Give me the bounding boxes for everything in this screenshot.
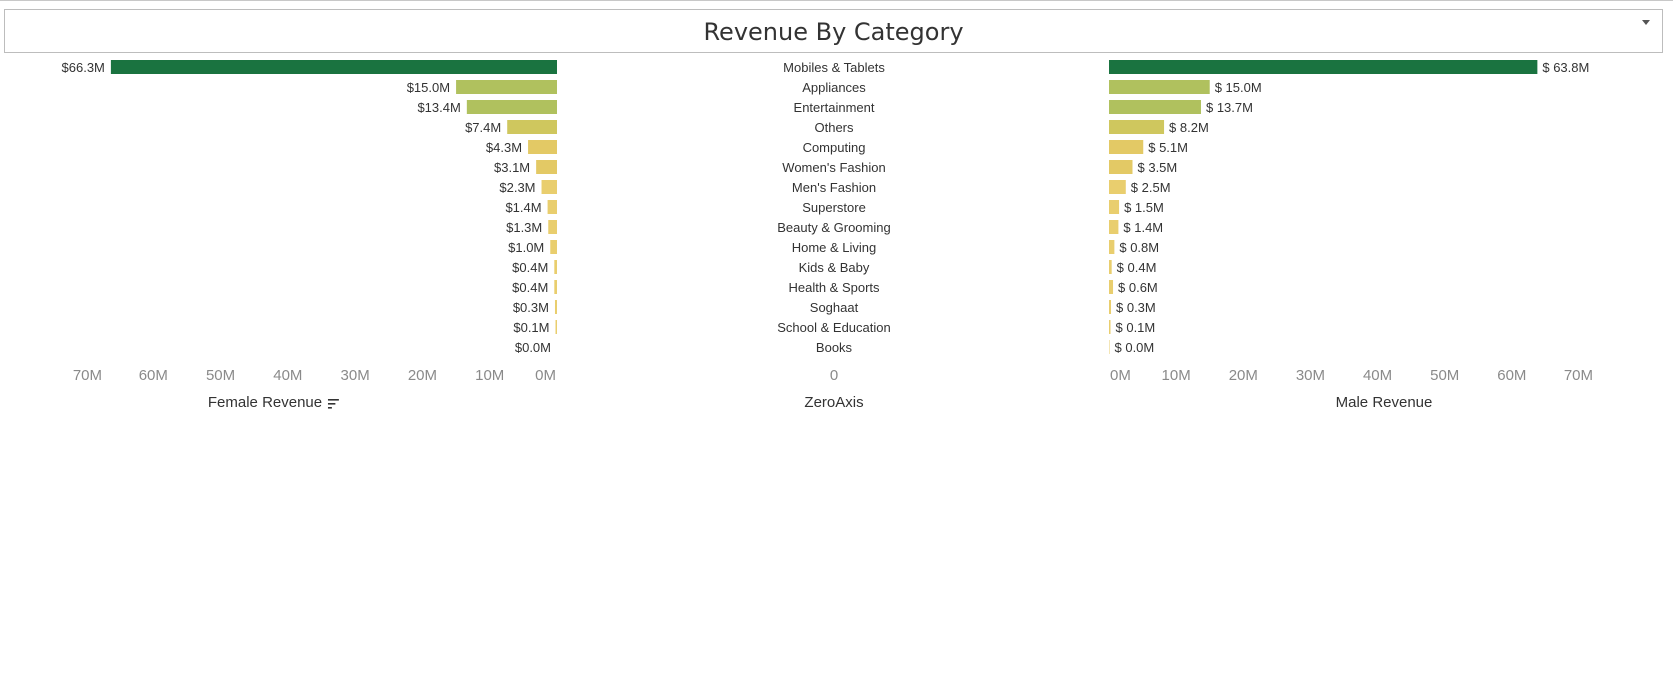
category-label: Soghaat xyxy=(810,300,859,315)
female-axis-title[interactable]: Female Revenue xyxy=(208,394,340,411)
female-axis-tick: 50M xyxy=(206,367,235,384)
female-bar[interactable] xyxy=(110,60,557,74)
male-bar[interactable] xyxy=(1109,180,1126,194)
male-axis-tick: 0M xyxy=(1110,367,1131,384)
category-label: Computing xyxy=(803,140,866,155)
category-label: Health & Sports xyxy=(788,280,880,295)
male-bar[interactable] xyxy=(1109,240,1115,254)
female-axis-tick: 20M xyxy=(408,367,437,384)
female-value-label: $0.4M xyxy=(512,280,548,295)
male-value-label: $ 13.7M xyxy=(1206,100,1253,115)
male-value-label: $ 0.6M xyxy=(1118,280,1158,295)
category-label: Kids & Baby xyxy=(799,260,870,275)
male-bar[interactable] xyxy=(1109,60,1538,74)
male-bar[interactable] xyxy=(1109,140,1144,154)
male-bar[interactable] xyxy=(1109,200,1120,214)
male-value-label: $ 15.0M xyxy=(1215,80,1262,95)
male-value-label: $ 0.0M xyxy=(1115,340,1155,355)
female-bar[interactable] xyxy=(456,80,557,94)
male-bar[interactable] xyxy=(1109,280,1114,294)
male-bar[interactable] xyxy=(1109,300,1112,314)
male-value-label: $ 2.5M xyxy=(1131,180,1171,195)
male-axis-tick: 40M xyxy=(1363,367,1392,384)
female-bar[interactable] xyxy=(550,240,557,254)
male-value-label: $ 1.5M xyxy=(1124,200,1164,215)
male-bar[interactable] xyxy=(1109,260,1112,274)
female-bar[interactable] xyxy=(548,220,557,234)
female-bar[interactable] xyxy=(528,140,557,154)
male-axis-tick: 30M xyxy=(1296,367,1325,384)
female-value-label: $66.3M xyxy=(62,60,105,75)
female-value-label: $0.4M xyxy=(512,260,548,275)
female-value-label: $1.3M xyxy=(506,220,542,235)
category-label: School & Education xyxy=(777,320,890,335)
female-axis-tick: 70M xyxy=(73,367,102,384)
female-value-label: $2.3M xyxy=(499,180,535,195)
category-label: Mobiles & Tablets xyxy=(783,60,885,75)
male-axis-tick: 20M xyxy=(1229,367,1258,384)
female-bar[interactable] xyxy=(541,180,557,194)
category-label: Appliances xyxy=(802,80,866,95)
female-axis-tick: 0M xyxy=(535,367,556,384)
male-value-label: $ 8.2M xyxy=(1169,120,1209,135)
male-bar[interactable] xyxy=(1109,120,1165,134)
male-axis-tick: 60M xyxy=(1497,367,1526,384)
female-value-label: $7.4M xyxy=(465,120,501,135)
female-bar[interactable] xyxy=(547,200,557,214)
female-axis-title-text: Female Revenue xyxy=(207,394,323,411)
category-label: Entertainment xyxy=(794,100,875,115)
male-value-label: $ 3.5M xyxy=(1138,160,1178,175)
male-value-label: $ 1.4M xyxy=(1123,220,1163,235)
male-bar[interactable] xyxy=(1109,340,1110,354)
male-value-label: $ 0.3M xyxy=(1116,300,1156,315)
female-bar[interactable] xyxy=(555,320,558,334)
female-bar[interactable] xyxy=(554,300,557,314)
female-axis-tick: 10M xyxy=(475,367,504,384)
male-value-label: $ 0.8M xyxy=(1119,240,1159,255)
zero-axis-title: ZeroAxis xyxy=(804,394,864,411)
female-bar[interactable] xyxy=(466,100,557,114)
male-axis-tick: 50M xyxy=(1430,367,1459,384)
female-value-label: $1.4M xyxy=(505,200,541,215)
sort-descending-icon[interactable] xyxy=(328,398,340,409)
male-value-label: $ 0.1M xyxy=(1116,320,1156,335)
revenue-butterfly-chart: $66.3M Mobiles & Tablets $ 63.8M $15.0M Appl… xyxy=(62,60,1593,384)
female-value-label: $1.0M xyxy=(508,240,544,255)
female-value-label: $0.1M xyxy=(513,320,549,335)
female-axis-tick: 40M xyxy=(273,367,302,384)
male-bar[interactable] xyxy=(1109,220,1119,234)
category-label: Books xyxy=(816,340,853,355)
female-value-label: $0.3M xyxy=(513,300,549,315)
male-bar[interactable] xyxy=(1109,80,1210,94)
zero-axis-tick: 0 xyxy=(830,367,838,384)
male-bar[interactable] xyxy=(1109,100,1201,114)
category-label: Beauty & Grooming xyxy=(777,220,890,235)
male-axis-tick: 70M xyxy=(1564,367,1593,384)
category-label: Superstore xyxy=(802,200,866,215)
female-value-label: $3.1M xyxy=(494,160,530,175)
male-bar[interactable] xyxy=(1109,160,1133,174)
female-axis-tick: 30M xyxy=(341,367,370,384)
female-bar[interactable] xyxy=(554,280,557,294)
category-label: Women's Fashion xyxy=(782,160,885,175)
male-axis-title: Male Revenue xyxy=(1335,394,1433,411)
male-bar[interactable] xyxy=(1109,320,1111,334)
male-value-label: $ 5.1M xyxy=(1148,140,1188,155)
female-bar[interactable] xyxy=(507,120,557,134)
female-bar[interactable] xyxy=(536,160,557,174)
female-bar[interactable] xyxy=(554,260,557,274)
category-label: Men's Fashion xyxy=(792,180,876,195)
male-axis-tick: 10M xyxy=(1162,367,1191,384)
male-value-label: $ 0.4M xyxy=(1117,260,1157,275)
female-value-label: $0.0M xyxy=(515,340,551,355)
female-value-label: $15.0M xyxy=(407,80,450,95)
category-label: Others xyxy=(814,120,854,135)
male-value-label: $ 63.8M xyxy=(1542,60,1589,75)
category-label: Home & Living xyxy=(792,240,877,255)
female-value-label: $4.3M xyxy=(486,140,522,155)
female-axis-tick: 60M xyxy=(139,367,168,384)
female-value-label: $13.4M xyxy=(417,100,460,115)
